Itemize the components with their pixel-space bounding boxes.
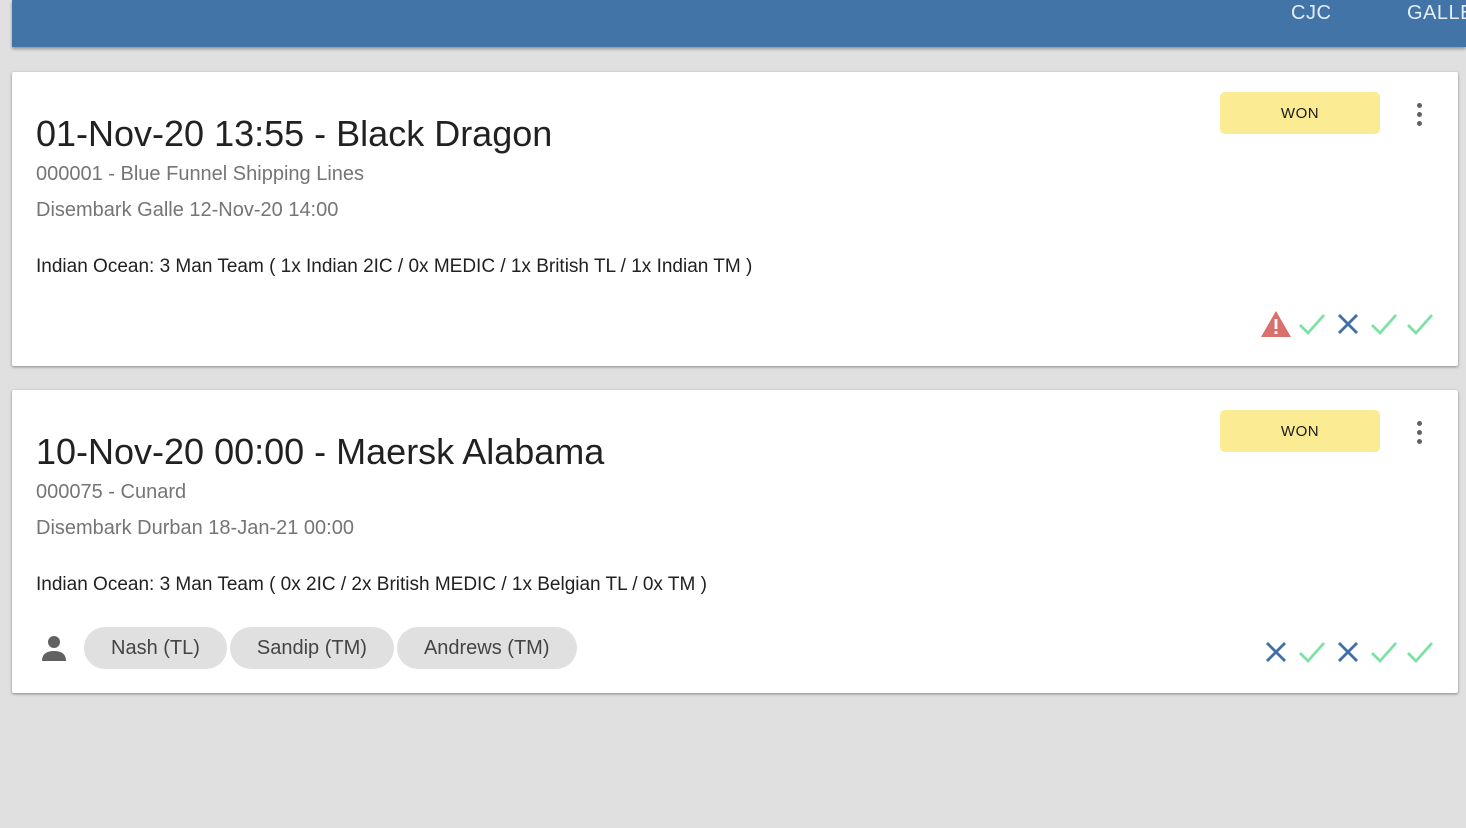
nav-item-galle[interactable]: GALLE (1407, 2, 1466, 25)
voyage-card[interactable]: 01-Nov-20 13:55 - Black Dragon 000001 - … (12, 72, 1458, 366)
disembark-line: Disembark Durban 18-Jan-21 00:00 (36, 517, 354, 539)
dot (1416, 438, 1422, 444)
voyage-card[interactable]: 10-Nov-20 00:00 - Maersk Alabama 000075 … (12, 390, 1458, 693)
nav-item-cjc[interactable]: CJC (1291, 2, 1331, 25)
person-icon (36, 630, 72, 666)
disembark-line: Disembark Galle 12-Nov-20 14:00 (36, 199, 339, 221)
crew-chip[interactable]: Sandip (TM) (229, 627, 394, 669)
dot (1416, 102, 1422, 108)
check-icon (1368, 308, 1400, 340)
cross-icon (1332, 636, 1364, 668)
crew-row: Nash (TL) Sandip (TM) Andrews (TM) (36, 627, 580, 669)
check-icon (1296, 636, 1328, 668)
crew-chip[interactable]: Nash (TL) (84, 627, 227, 669)
client-line: 000075 - Cunard (36, 481, 187, 503)
more-options-button[interactable] (1404, 414, 1434, 450)
check-icon (1404, 308, 1436, 340)
check-icon (1368, 636, 1400, 668)
dot (1416, 420, 1422, 426)
status-icons (1260, 636, 1436, 668)
top-app-bar: CJC GALLE (12, 0, 1466, 47)
client-line: 000001 - Blue Funnel Shipping Lines (36, 163, 365, 185)
voyage-title: 10-Nov-20 00:00 - Maersk Alabama (36, 431, 605, 472)
cross-icon (1332, 308, 1364, 340)
team-description: Indian Ocean: 3 Man Team ( 1x Indian 2IC… (36, 256, 753, 277)
crew-chip[interactable]: Andrews (TM) (396, 627, 577, 669)
more-options-button[interactable] (1404, 96, 1434, 132)
check-icon (1404, 636, 1436, 668)
warning-icon (1260, 308, 1292, 340)
dot (1416, 429, 1422, 435)
check-icon (1296, 308, 1328, 340)
voyage-title: 01-Nov-20 13:55 - Black Dragon (36, 113, 553, 154)
status-badge: WON (1220, 410, 1380, 452)
status-icons (1260, 308, 1436, 340)
dot (1416, 120, 1422, 126)
team-description: Indian Ocean: 3 Man Team ( 0x 2IC / 2x B… (36, 574, 707, 595)
cross-icon (1260, 636, 1292, 668)
dot (1416, 111, 1422, 117)
status-badge: WON (1220, 92, 1380, 134)
